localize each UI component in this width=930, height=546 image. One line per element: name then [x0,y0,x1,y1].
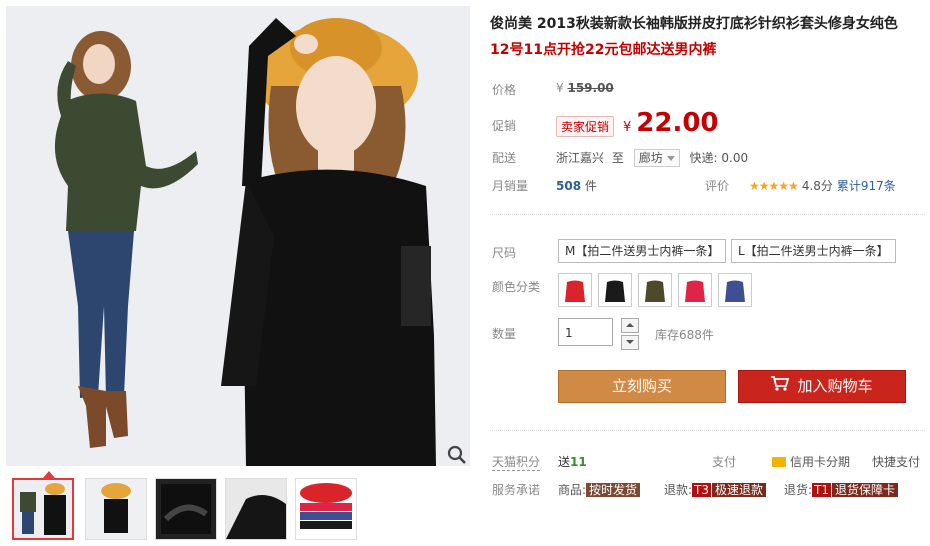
promo-label: 促销 [492,119,517,133]
original-price: ¥ 159.00 [556,81,614,95]
monthly-sales: 508 件 [556,177,597,194]
original-price-prefix: ¥ [556,81,564,95]
stock-count: 库存688件 [655,328,714,342]
size-option-m[interactable]: M【拍二件送男士内裤一条】 [558,239,727,263]
quantity-decrease-button[interactable] [621,335,639,350]
current-price-value: 22.00 [636,108,719,138]
express-fee: 快递: 0.00 [689,151,749,165]
promo-badge: 卖家促销 [556,116,615,137]
shipping-label: 配送 [492,151,517,165]
divider [490,214,925,215]
svc2-prefix: 退款: [664,483,693,497]
color-swatch-blue[interactable] [718,273,752,307]
quantity-input[interactable]: 1 [558,318,613,346]
chevron-down-icon [626,340,634,344]
color-swatch-black[interactable] [598,273,632,307]
add-to-cart-button[interactable]: 加入购物车 [738,370,906,403]
ship-from: 浙江嘉兴 [556,151,605,165]
svc1-tag: 按时发货 [586,483,641,497]
size-option-l[interactable]: L【拍二件送男士内裤一条】 [731,239,896,263]
chevron-down-icon [666,156,675,161]
thumbnail-3[interactable] [155,478,217,540]
star-rating-icon: ★★★★★ [749,179,799,193]
zoom-icon[interactable] [446,444,468,466]
divider [490,430,925,431]
sales-count: 508 [556,179,582,193]
service-fast-refund[interactable]: 退款: T3 极速退款 [664,481,767,498]
destination-dropdown[interactable]: 廊坊 [633,149,680,167]
sales-unit: 件 [584,179,597,193]
rating: 评价 ★★★★★ 4.8分 累计917条 [705,177,896,194]
quick-pay[interactable]: 快捷支付 [872,453,920,470]
quantity-label: 数量 [492,327,517,341]
color-swatch-army-green[interactable] [638,273,672,307]
payment-label: 支付 [712,455,737,469]
original-price-value: 159.00 [567,81,614,95]
credit-card-icon [772,457,786,467]
product-subtitle: 12号11点开抢22元包邮达送男内裤 [490,42,717,58]
ship-to-word: 至 [611,151,624,165]
service-promise-label: 服务承诺 [492,483,541,497]
thumbnail-2[interactable] [85,478,147,540]
current-price: ¥22.00 [623,108,719,138]
svc1-prefix: 商品: [558,483,587,497]
buy-now-button[interactable]: 立刻购买 [558,370,726,403]
color-swatch-red[interactable] [558,273,592,307]
svc2-tag-b: 极速退款 [712,483,767,497]
active-thumb-indicator [43,471,55,478]
product-main-image[interactable] [6,6,470,466]
thumbnail-1[interactable] [12,478,74,540]
monthly-sales-label: 月销量 [492,179,529,193]
thumbnail-5[interactable] [295,478,357,540]
rating-score: 4.8分 [801,179,833,193]
product-title: 俊尚美 2013秋装新款长袖韩版拼皮打底衫针织衫套头修身女纯色 [490,16,898,32]
color-label: 颜色分类 [492,280,541,294]
cart-icon [771,371,790,402]
tmall-points: 送11 [558,453,587,470]
chevron-up-icon [626,323,634,327]
tmall-points-label[interactable]: 天猫积分 [492,453,541,471]
product-info-panel: 俊尚美 2013秋装新款长袖韩版拼皮打底衫针织衫套头修身女纯色 12号11点开抢… [490,0,925,546]
rating-label: 评价 [705,179,730,193]
price-label: 价格 [492,83,517,97]
add-to-cart-label: 加入购物车 [797,377,873,395]
destination-value: 廊坊 [638,151,663,165]
svc3-tag-a: T1 [812,483,832,497]
review-count-link[interactable]: 累计917条 [837,179,896,193]
points-value: 11 [570,455,587,469]
points-prefix: 送 [558,455,571,469]
svc3-prefix: 退货: [784,483,813,497]
thumbnail-4[interactable] [225,478,287,540]
color-swatch-rose[interactable] [678,273,712,307]
size-label: 尺码 [492,246,517,260]
shipping-info: 浙江嘉兴 至 廊坊 快递: 0.00 [556,149,748,167]
current-price-prefix: ¥ [623,120,632,135]
credit-card-installment[interactable]: 信用卡分期 [772,453,850,470]
service-return-guarantee[interactable]: 退货: T1 退货保障卡 [784,481,899,498]
service-on-time-delivery[interactable]: 商品: 按时发货 [558,481,641,498]
svc2-tag-a: T3 [692,483,712,497]
svc3-tag-b: 退货保障卡 [832,483,899,497]
quantity-increase-button[interactable] [621,318,639,333]
credit-card-label: 信用卡分期 [790,455,851,469]
